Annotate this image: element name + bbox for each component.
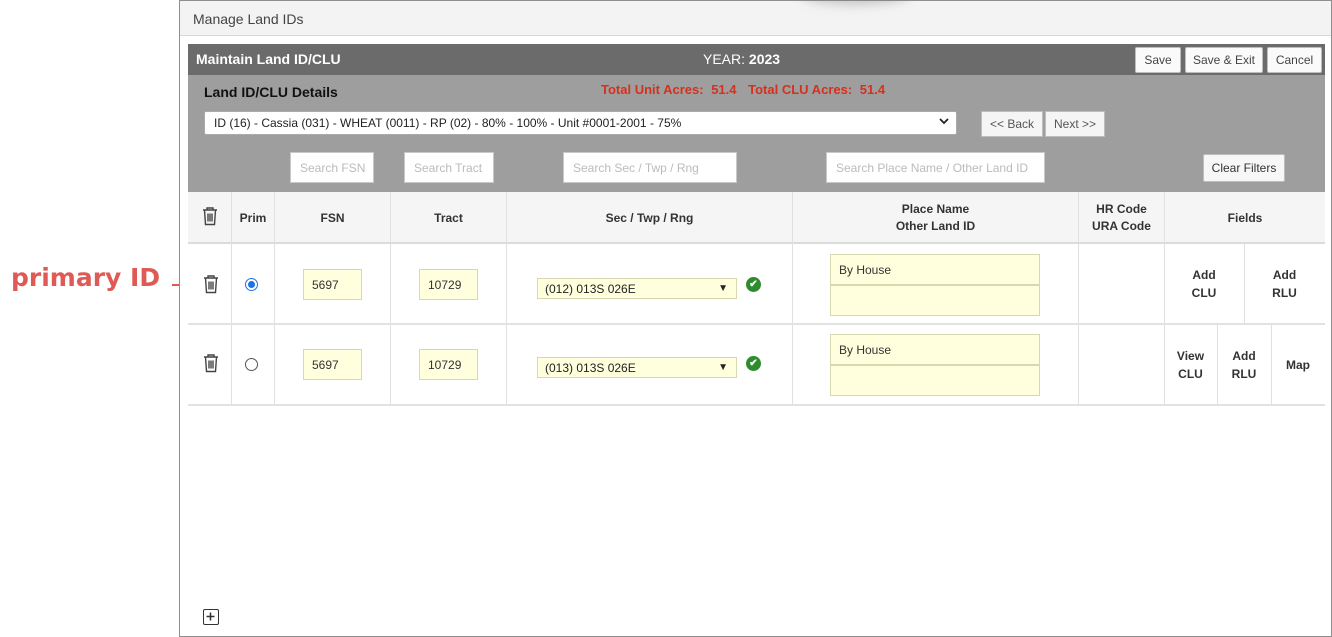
other-land-id-input[interactable] (830, 285, 1040, 316)
primary-id-callout: primary ID (11, 263, 161, 292)
search-place-input[interactable]: Search Place Name / Other Land ID (826, 152, 1045, 183)
dropdown-arrow-icon: ▼ (718, 362, 728, 373)
col-place-name: Place Name (901, 202, 970, 216)
check-circle-icon: ✔ (746, 277, 761, 292)
fsn-input[interactable]: 5697 (303, 269, 362, 300)
next-button[interactable]: Next >> (1045, 111, 1105, 137)
save-exit-button[interactable]: Save & Exit (1185, 47, 1263, 73)
hr-code-cell (1078, 325, 1164, 404)
year-display: YEAR: 2023 (703, 51, 780, 67)
search-sec-input[interactable]: Search Sec / Twp / Rng (563, 152, 737, 183)
col-hr: HR Code URA Code (1078, 192, 1164, 244)
total-clu-value: 51.4 (859, 82, 886, 97)
map-button[interactable]: Map (1271, 356, 1325, 374)
view-clu-button[interactable]: View CLU (1164, 347, 1217, 383)
add-rlu-button[interactable]: Add RLU (1244, 266, 1325, 302)
add-clu-button[interactable]: Add CLU (1164, 266, 1244, 302)
chevron-down-icon (938, 115, 950, 130)
col-place: Place Name Other Land ID (792, 192, 1078, 244)
table-row: 5697 10729 (013) 013S 026E ▼ ✔ By House … (188, 325, 1325, 406)
trash-icon[interactable] (202, 353, 220, 378)
cancel-button[interactable]: Cancel (1267, 47, 1322, 73)
search-fsn-input[interactable]: Search FSN (290, 152, 374, 183)
trash-icon[interactable] (201, 206, 219, 231)
window-title: Manage Land IDs (180, 1, 1331, 36)
grid-header: Prim FSN Tract Sec / Twp / Rng Place Nam… (188, 192, 1325, 244)
year-value: 2023 (748, 51, 781, 67)
add-rlu-button[interactable]: Add RLU (1217, 347, 1271, 383)
other-land-id-input[interactable] (830, 365, 1040, 396)
details-label: Land ID/CLU Details (204, 84, 338, 100)
col-fields: Fields (1164, 192, 1325, 244)
plus-square-icon[interactable] (203, 609, 219, 625)
clear-filters-button[interactable]: Clear Filters (1203, 154, 1285, 182)
check-circle-icon: ✔ (746, 356, 761, 371)
panel-title: Maintain Land ID/CLU (196, 51, 341, 67)
tract-input[interactable]: 10729 (419, 269, 478, 300)
col-prim: Prim (231, 192, 274, 244)
manage-land-ids-window: Manage Land IDs Maintain Land ID/CLU YEA… (179, 0, 1332, 637)
primary-radio[interactable] (245, 278, 258, 291)
year-label: YEAR: (703, 51, 746, 67)
col-other-land-id: Other Land ID (895, 219, 976, 233)
delete-all-cell (188, 192, 231, 244)
land-id-panel: Maintain Land ID/CLU YEAR: 2023 Save Sav… (188, 44, 1325, 192)
place-name-input[interactable]: By House (830, 254, 1040, 285)
col-fsn: FSN (274, 192, 390, 244)
acre-totals: Total Unit Acres: 51.4 Total CLU Acres: … (601, 82, 889, 97)
trash-icon[interactable] (202, 274, 220, 299)
hr-code-cell (1078, 244, 1164, 323)
search-tract-input[interactable]: Search Tract (404, 152, 494, 183)
sec-twp-rng-value: (013) 013S 026E (545, 361, 636, 375)
place-name-input[interactable]: By House (830, 334, 1040, 365)
total-clu-label: Total CLU Acres: (748, 82, 853, 97)
col-hr-code: HR Code (1096, 202, 1147, 216)
tract-input[interactable]: 10729 (419, 349, 478, 380)
col-sec: Sec / Twp / Rng (506, 192, 792, 244)
primary-radio[interactable] (245, 358, 258, 371)
land-id-select[interactable]: ID (16) - Cassia (031) - WHEAT (0011) - … (204, 111, 957, 135)
fsn-input[interactable]: 5697 (303, 349, 362, 380)
sec-twp-rng-value: (012) 013S 026E (545, 282, 636, 296)
land-id-select-value: ID (16) - Cassia (031) - WHEAT (0011) - … (214, 116, 682, 130)
col-tract: Tract (390, 192, 506, 244)
sec-twp-rng-select[interactable]: (012) 013S 026E ▼ (537, 278, 737, 299)
table-row: 5697 10729 (012) 013S 026E ▼ ✔ By House … (188, 244, 1325, 325)
land-id-grid: Prim FSN Tract Sec / Twp / Rng Place Nam… (188, 192, 1325, 406)
total-unit-label: Total Unit Acres: (601, 82, 704, 97)
total-unit-value: 51.4 (711, 82, 737, 97)
sec-twp-rng-select[interactable]: (013) 013S 026E ▼ (537, 357, 737, 378)
col-ura-code: URA Code (1092, 219, 1151, 233)
back-button[interactable]: << Back (981, 111, 1043, 137)
save-button[interactable]: Save (1135, 47, 1181, 73)
panel-header: Maintain Land ID/CLU YEAR: 2023 Save Sav… (188, 44, 1325, 75)
dropdown-arrow-icon: ▼ (718, 283, 728, 294)
